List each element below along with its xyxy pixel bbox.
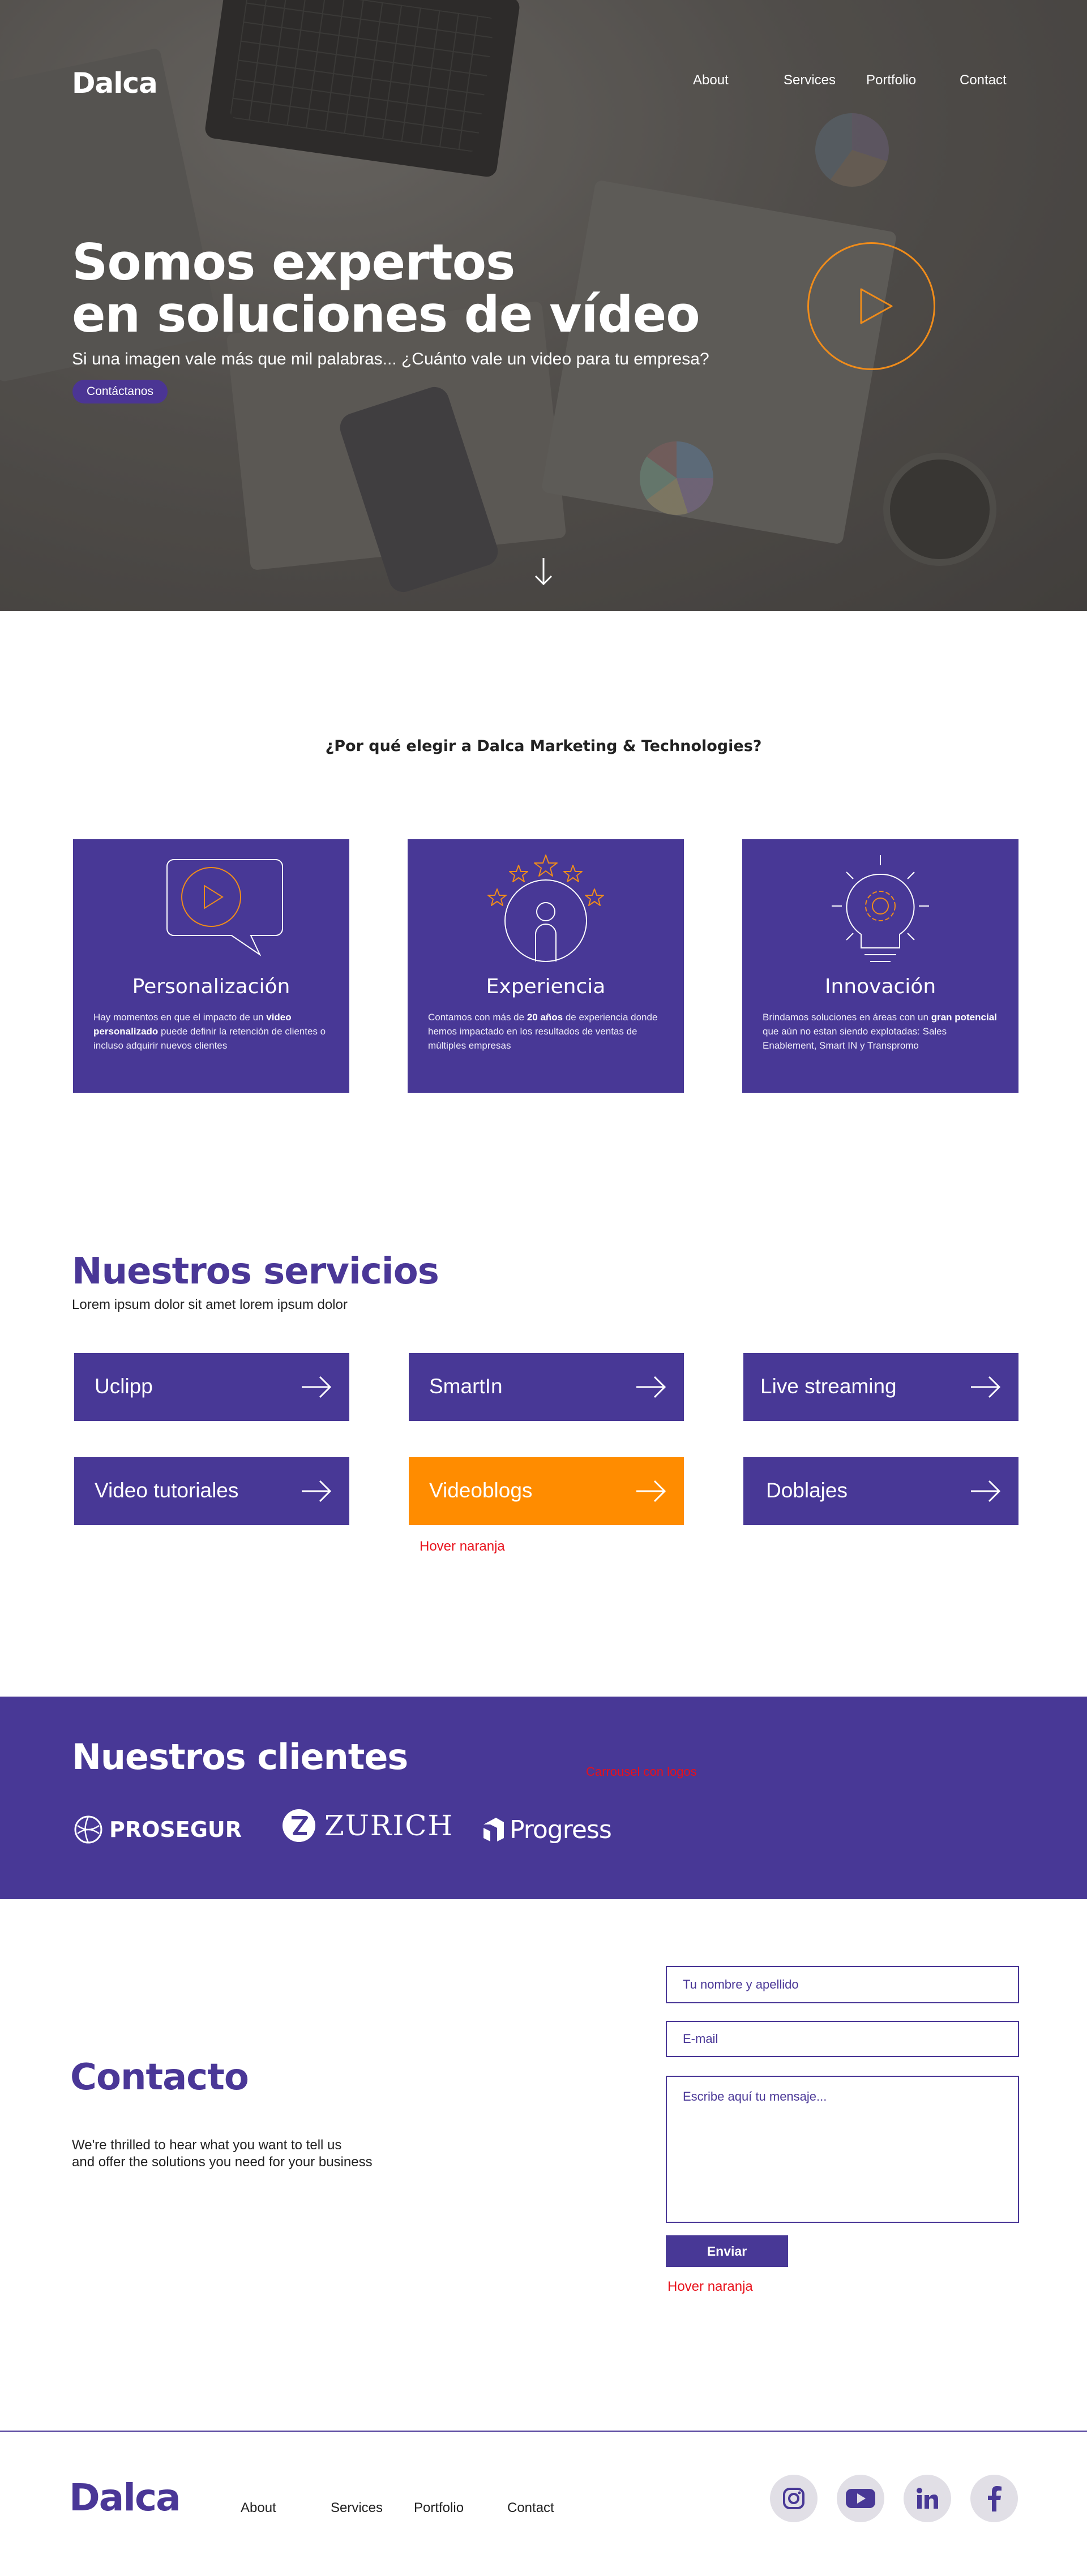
client-name: PROSEGUR	[109, 1817, 242, 1842]
arrow-right-icon	[971, 1480, 1001, 1502]
name-field[interactable]	[666, 1966, 1019, 2003]
client-logo-zurich: ZURICH	[281, 1809, 453, 1843]
nav-contact[interactable]: Contact	[960, 72, 1007, 88]
feature-description: Hay momentos en que el impacto de un vid…	[93, 1010, 329, 1053]
linkedin-icon	[917, 2488, 938, 2509]
play-circle-icon[interactable]	[807, 242, 935, 370]
facebook-icon	[988, 2486, 1002, 2511]
contact-text-line: We're thrilled to hear what you want to …	[72, 2137, 342, 2153]
instagram-icon	[783, 2488, 804, 2509]
service-button-video-tutoriales[interactable]: Video tutoriales	[74, 1457, 349, 1525]
feature-desc-text: que aún no estan siendo explotadas: Sale…	[763, 1026, 947, 1051]
facebook-button[interactable]	[970, 2475, 1018, 2522]
footer-nav-services[interactable]: Services	[331, 2500, 383, 2516]
service-label: SmartIn	[429, 1375, 503, 1398]
clients-section: Nuestros clientes Carrousel con logos PR…	[0, 1697, 1087, 1899]
services-subtitle: Lorem ipsum dolor sit amet lorem ipsum d…	[72, 1297, 348, 1312]
feature-card-experiencia: Experiencia Contamos con más de 20 años …	[408, 839, 684, 1093]
linkedin-button[interactable]	[904, 2475, 951, 2522]
email-field[interactable]	[666, 2021, 1019, 2057]
service-button-doblajes[interactable]: Doblajes	[743, 1457, 1018, 1525]
hero-title-line: en soluciones de vídeo	[72, 285, 700, 344]
service-label: Uclipp	[95, 1375, 153, 1398]
footer-nav-contact[interactable]: Contact	[507, 2500, 554, 2516]
prosegur-globe-icon	[74, 1815, 102, 1844]
hero-subtitle: Si una imagen vale más que mil palabras.…	[72, 350, 709, 368]
nav-about[interactable]: About	[693, 72, 729, 88]
feature-desc-text: Contamos con más de	[428, 1012, 527, 1023]
footer-logo[interactable]: Dalca	[69, 2476, 181, 2519]
contact-text: We're thrilled to hear what you want to …	[72, 2137, 423, 2171]
youtube-icon	[846, 2489, 875, 2508]
contact-title: Contacto	[70, 2056, 249, 2098]
client-name: ZURICH	[324, 1809, 454, 1842]
nav-portfolio[interactable]: Portfolio	[866, 72, 916, 88]
service-label: Doblajes	[766, 1479, 848, 1502]
play-icon	[860, 288, 893, 324]
footer-divider	[0, 2431, 1087, 2432]
client-logo-prosegur: PROSEGUR	[73, 1813, 242, 1847]
contact-text-line: and offer the solutions you need for you…	[72, 2154, 373, 2170]
feature-card-innovacion: Innovación Brindamos soluciones en áreas…	[742, 839, 1018, 1093]
zurich-z-icon	[283, 1809, 315, 1842]
client-logo-progress: Progress	[481, 1813, 612, 1847]
star-person-icon	[487, 855, 604, 962]
arrow-right-icon	[302, 1376, 332, 1398]
arrow-right-icon	[636, 1376, 666, 1398]
feature-description: Brindamos soluciones en áreas con un gra…	[763, 1010, 998, 1053]
lightbulb-gear-icon	[832, 855, 929, 962]
hero-title: Somos expertos en soluciones de vídeo	[72, 237, 700, 341]
feature-title: Innovación	[824, 975, 936, 998]
hover-annotation: Hover naranja	[420, 1539, 505, 1554]
arrow-down-icon[interactable]	[532, 556, 555, 587]
service-label: Video tutoriales	[95, 1479, 239, 1502]
hover-annotation: Hover naranja	[667, 2279, 753, 2294]
service-label: Videoblogs	[429, 1479, 533, 1502]
video-chat-icon	[166, 859, 283, 956]
footer-nav-portfolio[interactable]: Portfolio	[414, 2500, 464, 2516]
contact-cta-button[interactable]: Contáctanos	[72, 380, 168, 403]
service-button-smartin[interactable]: SmartIn	[409, 1353, 684, 1421]
arrow-right-icon	[636, 1480, 666, 1502]
feature-desc-text: Brindamos soluciones en áreas con un	[763, 1012, 931, 1023]
hero-section: Dalca About Services Portfolio Contact S…	[0, 0, 1087, 611]
feature-card-personalizacion: Personalización Hay momentos en que el i…	[73, 839, 349, 1093]
service-button-live-streaming[interactable]: Live streaming	[743, 1353, 1018, 1421]
client-name: Progress	[510, 1815, 612, 1844]
feature-desc-bold: gran potencial	[931, 1012, 997, 1023]
feature-description: Contamos con más de 20 años de experienc…	[428, 1010, 664, 1053]
service-button-uclipp[interactable]: Uclipp	[74, 1353, 349, 1421]
progress-icon	[483, 1818, 504, 1841]
arrow-right-icon	[302, 1480, 332, 1502]
footer-nav-about[interactable]: About	[241, 2500, 276, 2516]
arrow-right-icon	[971, 1376, 1001, 1398]
nav-services[interactable]: Services	[784, 72, 836, 88]
message-field[interactable]	[666, 2076, 1019, 2223]
services-title: Nuestros servicios	[72, 1251, 439, 1293]
feature-title: Experiencia	[486, 975, 606, 998]
service-label: Live streaming	[760, 1375, 897, 1398]
feature-desc-text: Hay momentos en que el impacto de un	[93, 1012, 267, 1023]
youtube-button[interactable]	[837, 2475, 884, 2522]
send-button[interactable]: Enviar	[666, 2235, 788, 2267]
header-logo[interactable]: Dalca	[72, 67, 158, 100]
feature-desc-bold: 20 años	[527, 1012, 563, 1023]
feature-title: Personalización	[132, 975, 290, 998]
hero-title-line: Somos expertos	[72, 233, 515, 291]
why-title: ¿Por qué elegir a Dalca Marketing & Tech…	[325, 737, 762, 755]
instagram-button[interactable]	[770, 2475, 818, 2522]
clients-title: Nuestros clientes	[72, 1736, 408, 1778]
carousel-annotation: Carrousel con logos	[586, 1764, 697, 1779]
service-button-videoblogs[interactable]: Videoblogs	[409, 1457, 684, 1525]
